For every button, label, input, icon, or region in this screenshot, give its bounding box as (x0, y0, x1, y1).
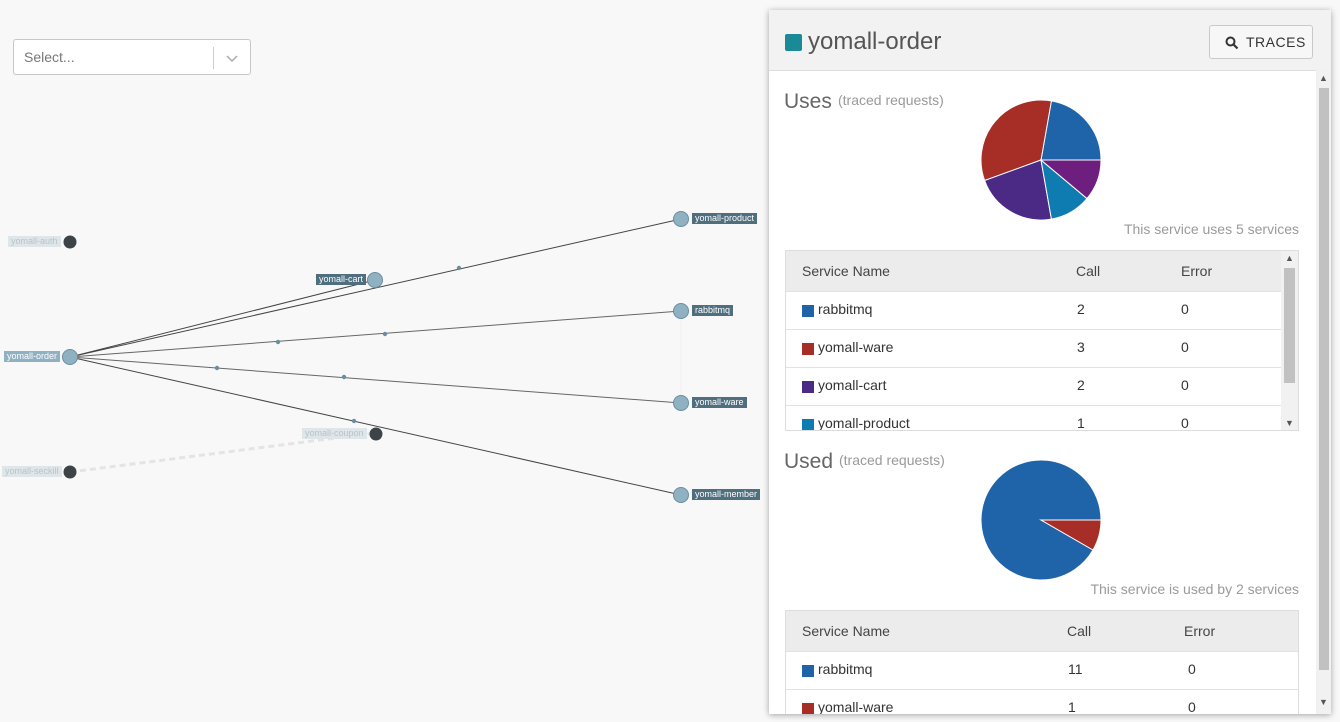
call-count: 2 (1077, 301, 1085, 317)
graph-node[interactable] (673, 211, 689, 227)
uses-table: Service Name Call Error rabbitmq 2 0 yomall… (785, 250, 1299, 431)
traffic-dot (214, 365, 220, 371)
service-detail-panel: yomall-order TRACES Uses (traced request… (769, 10, 1331, 714)
node-label-product[interactable]: yomall-product (692, 213, 758, 224)
column-header-error[interactable]: Error (1184, 623, 1215, 639)
graph-node[interactable] (673, 303, 689, 319)
service-color-icon (802, 305, 814, 317)
uses-note: This service uses 5 services (1123, 221, 1299, 237)
scroll-up-icon[interactable]: ▲ (1319, 74, 1328, 83)
call-count: 1 (1077, 415, 1085, 431)
uses-pie-chart (980, 99, 1102, 221)
graph-edge (69, 218, 682, 358)
service-name: rabbitmq (818, 661, 873, 677)
scroll-down-icon[interactable]: ▼ (1319, 698, 1328, 707)
traffic-dot (275, 339, 281, 345)
table-row[interactable]: yomall-ware 3 0 (786, 329, 1298, 367)
node-label-member[interactable]: yomall-member (692, 489, 761, 500)
used-note: This service is used by 2 services (1090, 581, 1299, 597)
table-row[interactable]: yomall-product 1 0 (786, 405, 1298, 431)
table-row[interactable]: rabbitmq 11 0 (786, 651, 1298, 689)
call-count: 3 (1077, 339, 1085, 355)
error-count: 0 (1188, 699, 1196, 714)
graph-edge (69, 356, 682, 496)
used-title: Used (784, 450, 834, 473)
graph-node[interactable] (63, 465, 77, 479)
graph-node[interactable] (62, 349, 78, 365)
graph-node[interactable] (369, 427, 383, 441)
call-count: 2 (1077, 377, 1085, 393)
error-count: 0 (1181, 301, 1189, 317)
traffic-dot (351, 418, 357, 424)
graph-edges (62, 211, 689, 503)
scroll-down-icon[interactable]: ▼ (1285, 419, 1294, 428)
service-color-icon (802, 381, 814, 393)
graph-node[interactable] (63, 235, 77, 249)
node-label-ware[interactable]: yomall-ware (692, 397, 747, 408)
call-count: 1 (1068, 699, 1076, 714)
service-name: yomall-product (818, 415, 910, 431)
traces-button-label: TRACES (1246, 34, 1306, 50)
node-label-seckill[interactable]: yomall-seckill (2, 466, 62, 477)
graph-node[interactable] (673, 395, 689, 411)
search-icon (1225, 36, 1239, 50)
graph-edge (69, 356, 682, 404)
scroll-up-icon[interactable]: ▲ (1285, 254, 1294, 263)
service-color-icon (802, 343, 814, 355)
error-count: 0 (1181, 377, 1189, 393)
error-count: 0 (1188, 661, 1196, 677)
service-color-icon (802, 703, 814, 714)
panel-header: yomall-order TRACES (769, 10, 1331, 71)
used-table: Service Name Call Error rabbitmq 11 0 yomal… (785, 610, 1299, 714)
node-label-auth[interactable]: yomall-auth (8, 236, 61, 247)
service-name: rabbitmq (818, 301, 873, 317)
panel-scrollbar[interactable]: ▲ ▼ (1316, 70, 1331, 714)
scrollbar-thumb[interactable] (1284, 268, 1295, 383)
table-row[interactable]: rabbitmq 2 0 (786, 291, 1298, 329)
error-count: 0 (1181, 415, 1189, 431)
column-header-service-name[interactable]: Service Name (802, 623, 890, 639)
graph-node[interactable] (673, 487, 689, 503)
uses-table-scrollbar[interactable]: ▲ ▼ (1281, 251, 1298, 430)
traffic-dot (341, 374, 347, 380)
service-color-icon (802, 665, 814, 677)
graph-node[interactable] (367, 272, 383, 288)
uses-table-header: Service Name Call Error (786, 251, 1298, 291)
service-graph[interactable]: yomall-auth yomall-cart yomall-order yom… (0, 0, 770, 722)
service-color-swatch (785, 34, 802, 51)
call-count: 11 (1068, 661, 1083, 677)
panel-title: yomall-order (808, 28, 942, 55)
node-label-cart[interactable]: yomall-cart (316, 274, 367, 285)
traffic-dot (456, 265, 462, 271)
service-name: yomall-ware (818, 699, 894, 714)
used-table-header: Service Name Call Error (786, 611, 1298, 651)
node-label-coupon[interactable]: yomall-coupon (302, 428, 367, 439)
used-subtitle: (traced requests) (839, 452, 945, 468)
traffic-dot (382, 331, 388, 337)
node-label-order[interactable]: yomall-order (4, 351, 61, 362)
column-header-call[interactable]: Call (1067, 623, 1091, 639)
table-row[interactable]: yomall-cart 2 0 (786, 367, 1298, 405)
node-label-rabbitmq[interactable]: rabbitmq (692, 305, 734, 316)
traces-button[interactable]: TRACES (1209, 25, 1313, 59)
service-color-icon (802, 419, 814, 430)
used-pie-chart (980, 459, 1102, 581)
column-header-call[interactable]: Call (1076, 263, 1100, 279)
column-header-service-name[interactable]: Service Name (802, 263, 890, 279)
service-name: yomall-cart (818, 377, 887, 393)
service-name: yomall-ware (818, 339, 894, 355)
uses-title: Uses (784, 90, 832, 113)
uses-subtitle: (traced requests) (838, 92, 944, 108)
scrollbar-thumb[interactable] (1319, 88, 1329, 670)
table-row[interactable]: yomall-ware 1 0 (786, 689, 1298, 714)
error-count: 0 (1181, 339, 1189, 355)
column-header-error[interactable]: Error (1181, 263, 1212, 279)
